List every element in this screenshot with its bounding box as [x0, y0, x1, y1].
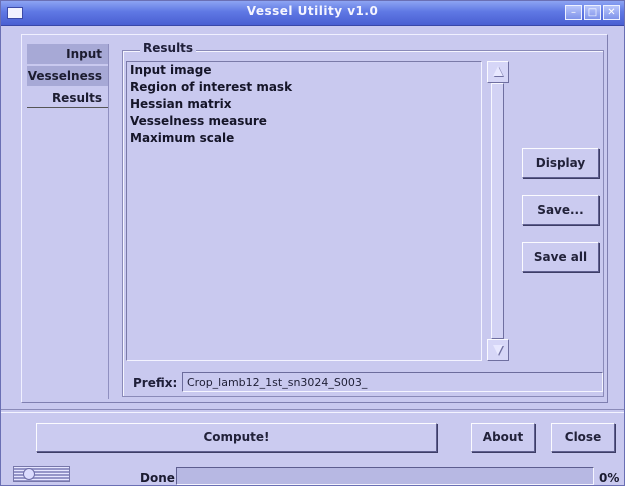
- results-group-title: Results: [140, 41, 197, 55]
- window-title: Vessel Utility v1.0: [246, 4, 379, 18]
- list-item[interactable]: Hessian matrix: [127, 96, 481, 113]
- tab-input[interactable]: Input: [27, 44, 108, 64]
- main-window: Vessel Utility v1.0 – □ ✕ Input Vesselne…: [0, 0, 625, 486]
- prefix-label: Prefix:: [133, 376, 178, 390]
- title-bar[interactable]: Vessel Utility v1.0 – □ ✕: [1, 1, 624, 26]
- progress-percent: 0%: [599, 471, 620, 485]
- tab-vesselness[interactable]: Vesselness: [27, 66, 108, 86]
- progress-bar: [176, 467, 594, 485]
- display-button[interactable]: Display: [522, 148, 599, 178]
- save-button[interactable]: Save...: [522, 195, 599, 225]
- close-button[interactable]: Close: [551, 423, 615, 452]
- maximize-button[interactable]: □: [584, 5, 601, 20]
- list-item[interactable]: Region of interest mask: [127, 79, 481, 96]
- separator: [1, 409, 624, 413]
- about-button[interactable]: About: [471, 423, 535, 452]
- minimize-button[interactable]: –: [565, 5, 582, 20]
- list-item[interactable]: Vesselness measure: [127, 113, 481, 130]
- save-all-button[interactable]: Save all: [522, 242, 599, 272]
- close-window-button[interactable]: ✕: [603, 5, 620, 20]
- results-scrollbar[interactable]: [487, 61, 509, 361]
- scroll-down-button[interactable]: [487, 339, 509, 361]
- activity-icon: [23, 468, 35, 480]
- list-item[interactable]: Input image: [127, 62, 481, 79]
- status-grip: [13, 466, 70, 482]
- compute-button[interactable]: Compute!: [36, 423, 437, 452]
- prefix-input[interactable]: [182, 372, 603, 392]
- scroll-up-button[interactable]: [487, 61, 509, 83]
- list-item[interactable]: Maximum scale: [127, 130, 481, 147]
- scroll-track[interactable]: [491, 83, 504, 339]
- tab-column: Input Vesselness Results: [27, 44, 109, 399]
- tab-results[interactable]: Results: [27, 88, 108, 108]
- arrow-up-icon: [493, 66, 503, 76]
- arrow-down-icon: [493, 345, 503, 355]
- results-list[interactable]: Input image Region of interest mask Hess…: [126, 61, 482, 361]
- status-text: Done: [140, 471, 175, 485]
